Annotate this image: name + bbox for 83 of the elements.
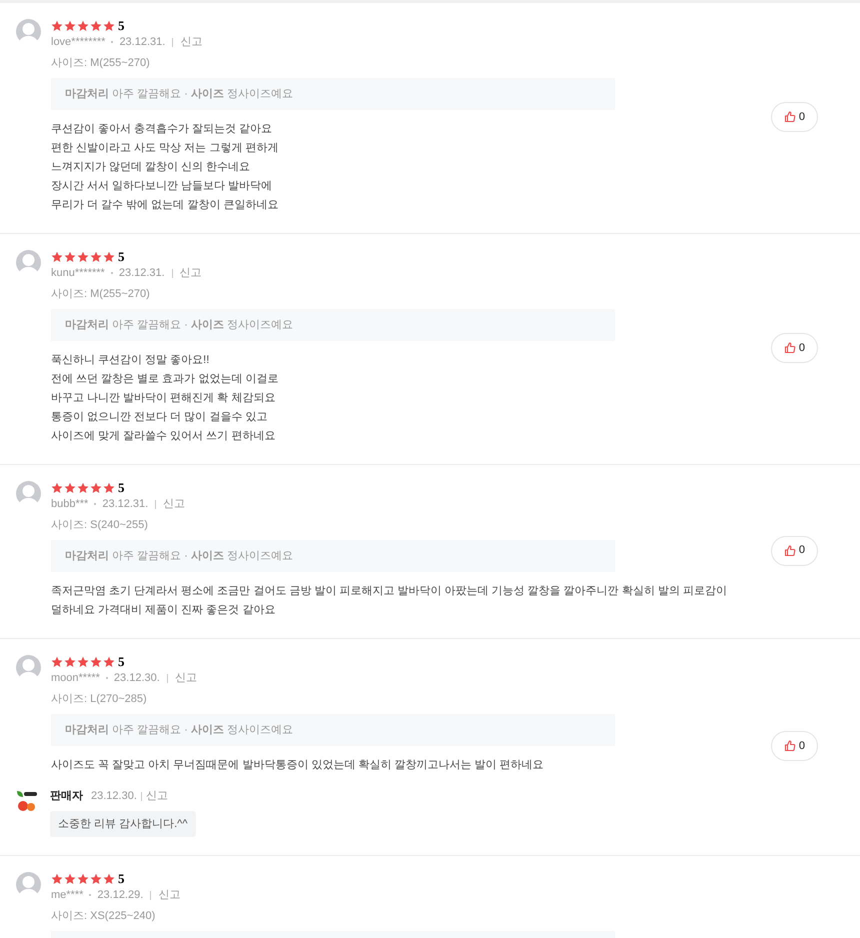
star-icon xyxy=(64,872,76,884)
review-text: 족저근막염 초기 단계라서 평소에 조금만 걸어도 금방 발이 피로해지고 발바닥이 아팠는데 기능성 깔창을 깔아주니깐 확실히 발의 피로감이 덜하네요 가격대비 제품이 진짜 좋은것 같아요 xyxy=(51,584,728,618)
star-icon xyxy=(77,20,89,32)
size-option: 사이즈: M(255~270) xyxy=(51,287,771,301)
avatar-icon xyxy=(16,19,41,44)
review-text: 통증이 없으니깐 전보다 더 많이 걸을수 있고 xyxy=(51,410,268,425)
star-icon xyxy=(90,482,102,494)
review-text: 사이즈에 맞게 잘라쓸수 있어서 쓰기 편하네요 xyxy=(51,429,276,444)
user-name: love******** xyxy=(51,35,106,49)
star-icon xyxy=(103,250,115,262)
review-text: 사이즈도 꼭 잘맞고 아치 무너짐때문에 발바닥통증이 있었는데 확실히 깔창끼고나서는 발이 편하네요 xyxy=(51,758,545,773)
star-icon xyxy=(51,250,63,262)
review-text: 무리가 더 갈수 밖에 없는데 깔창이 큰일하네요 xyxy=(51,198,280,213)
star-icon xyxy=(77,482,89,494)
thumbs-up-icon xyxy=(784,342,796,354)
star-icon xyxy=(90,656,102,668)
seller-reply: 소중한 리뷰 감사합니다.^^ xyxy=(50,811,196,837)
report-link[interactable]: 신고 xyxy=(180,35,202,49)
star-icon xyxy=(64,656,76,668)
thumbs-up-icon xyxy=(784,544,796,556)
like-button[interactable]: 0 xyxy=(770,536,818,566)
review-text: 푹신하니 쿠션감이 정말 좋아요!! xyxy=(51,353,210,368)
review-date: 23.12.31. xyxy=(119,35,166,49)
like-button[interactable]: 0 xyxy=(770,102,818,132)
review-date: 23.12.31. xyxy=(118,266,165,280)
tag-summary: 마감처리 아주 깔끔해요 · 사이즈 정사이즈예요 xyxy=(51,78,615,110)
user-name: moon***** xyxy=(51,671,100,685)
review-text: 쿠션감이 좋아서 충격흡수가 잘되는것 같아요 xyxy=(51,122,274,137)
user-name: me**** xyxy=(51,888,84,902)
star-icon xyxy=(90,250,102,262)
star-icon xyxy=(77,872,89,884)
star-icon xyxy=(77,656,89,668)
tag-summary: 마감처리 아주 깔끔해요 · 사이즈 정사이즈예요 xyxy=(51,540,615,572)
star-icon xyxy=(103,20,115,32)
size-option: 사이즈: L(270~285) xyxy=(51,692,771,706)
size-option: 사이즈: XS(225~240) xyxy=(51,909,818,923)
rating-score: 5 xyxy=(118,872,124,885)
review-text: 바꾸고 나니깐 발바닥이 편해진게 확 체감되요 xyxy=(51,391,276,406)
tag-summary: 마감처리 아주 깔끔해요 · 사이즈 정사이즈예요 xyxy=(51,714,615,746)
rating-score: 5 xyxy=(118,250,124,263)
avatar-icon xyxy=(16,872,41,897)
review-date: 23.12.31. xyxy=(102,497,148,511)
review-date: 23.12.29. xyxy=(97,888,144,902)
report-link[interactable]: 신고 xyxy=(163,497,186,511)
star-icon xyxy=(51,656,63,668)
reply-date: 23.12.30. xyxy=(91,789,137,803)
star-icon xyxy=(103,872,115,884)
report-link[interactable]: 신고 xyxy=(146,789,168,803)
rating-score: 5 xyxy=(118,19,124,32)
like-button[interactable]: 0 xyxy=(770,333,818,363)
avatar-icon xyxy=(16,481,41,506)
star-icon xyxy=(64,250,76,262)
review-text: 장시간 서서 일하다보니깐 남들보다 발바닥에 xyxy=(51,179,274,194)
thumbs-up-icon xyxy=(784,740,796,752)
user-name: bubb*** xyxy=(51,497,88,511)
star-icon xyxy=(103,656,115,668)
review-text: 전에 쓰던 깔창은 별로 효과가 없었는데 이걸로 xyxy=(51,372,280,387)
star-icon xyxy=(103,482,115,494)
tag-summary: 마감처리 아주 깔끔해요 · 사이즈 정사이즈예요 xyxy=(51,309,615,341)
size-option: 사이즈: S(240~255) xyxy=(51,518,771,532)
avatar-icon xyxy=(16,250,41,275)
star-icon xyxy=(64,20,76,32)
seller-name: 판매자 xyxy=(50,789,83,803)
star-icon xyxy=(51,872,63,884)
thumbs-up-icon xyxy=(784,111,796,123)
rating-score: 5 xyxy=(118,655,124,668)
like-button[interactable]: 0 xyxy=(770,731,818,761)
star-icon xyxy=(51,20,63,32)
star-icon xyxy=(90,872,102,884)
star-icon xyxy=(77,250,89,262)
star-icon xyxy=(51,482,63,494)
review-text: 느껴지지가 않던데 깔창이 신의 한수네요 xyxy=(51,160,252,175)
size-option: 사이즈: M(255~270) xyxy=(51,56,771,70)
report-link[interactable]: 신고 xyxy=(180,266,202,280)
avatar-icon xyxy=(16,655,41,680)
review-text: 편한 신발이라고 사도 막상 저는 그렇게 편하게 xyxy=(51,141,280,156)
report-link[interactable]: 신고 xyxy=(174,671,197,685)
star-icon xyxy=(90,20,102,32)
rating-score: 5 xyxy=(118,481,124,494)
report-link[interactable]: 신고 xyxy=(158,888,180,902)
user-name: kunu******* xyxy=(51,266,105,280)
review-date: 23.12.30. xyxy=(114,671,160,685)
star-icon xyxy=(64,482,76,494)
